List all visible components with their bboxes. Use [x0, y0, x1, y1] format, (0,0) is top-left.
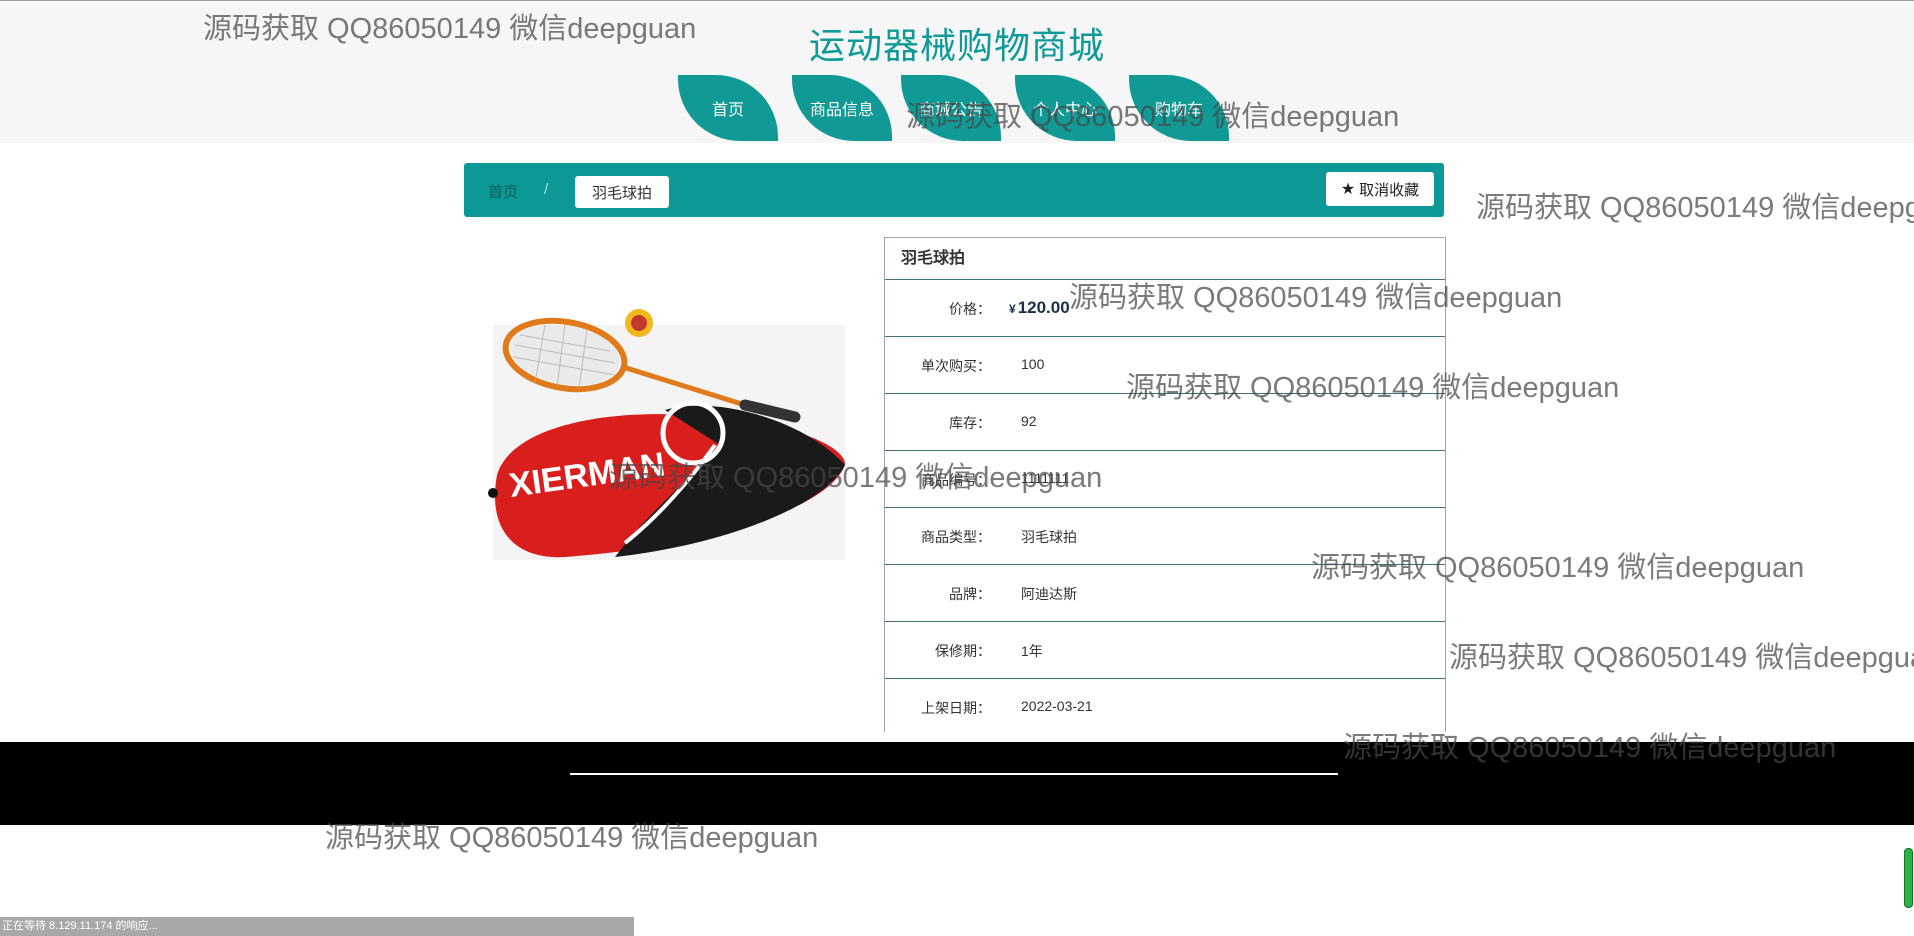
watermark: 源码获取 QQ86050149 微信deepguan	[1476, 192, 1914, 224]
product-type-row: 商品类型： 羽毛球拍	[885, 508, 1445, 565]
product-type-label: 商品类型：	[921, 529, 991, 545]
warranty-row: 保修期： 1年	[885, 622, 1445, 679]
price-label: 价格：	[949, 301, 991, 317]
breadcrumb-home-link[interactable]: 首页	[488, 181, 518, 202]
brand-row: 品牌： 阿迪达斯	[885, 565, 1445, 622]
product-id-label: 商品编号：	[921, 472, 991, 488]
stock-value: 92	[1021, 413, 1037, 429]
breadcrumb: 首页 / 羽毛球拍 ★ 取消收藏	[464, 163, 1444, 217]
product-info-table: 羽毛球拍 价格： ¥120.00 单次购买： 100 库存： 92 商品编号： …	[884, 237, 1446, 732]
product-type-value: 羽毛球拍	[1021, 529, 1077, 545]
nav-home[interactable]: 首页	[678, 75, 778, 141]
currency-symbol: ¥	[1009, 302, 1016, 316]
unfavorite-button[interactable]: ★ 取消收藏	[1326, 172, 1434, 206]
product-image: XIERMAN	[475, 305, 855, 565]
warranty-label: 保修期：	[935, 643, 991, 659]
price-value: ¥120.00	[1009, 298, 1070, 318]
stock-label: 库存：	[949, 415, 991, 431]
star-icon: ★	[1340, 181, 1356, 198]
product-id-row: 商品编号： 1111111	[885, 451, 1445, 508]
nav-personal-center[interactable]: 个人中心	[1015, 75, 1115, 141]
product-id-value: 1111111	[1021, 470, 1070, 486]
purchase-limit-row: 单次购买： 100	[885, 337, 1445, 394]
nav-cart[interactable]: 购物车	[1129, 75, 1229, 141]
purchase-limit-value: 100	[1021, 356, 1045, 372]
price-amount: 120.00	[1017, 298, 1070, 317]
unfavorite-label: 取消收藏	[1359, 181, 1420, 199]
listing-date-label: 上架日期：	[921, 700, 991, 716]
warranty-value: 1年	[1021, 643, 1043, 659]
stock-row: 库存： 92	[885, 394, 1445, 451]
breadcrumb-separator: /	[544, 181, 549, 198]
product-name: 羽毛球拍	[885, 238, 1445, 280]
site-title: 运动器械购物商城	[808, 25, 1105, 66]
purchase-limit-label: 单次购买：	[921, 358, 991, 374]
browser-status-bar: 正在等待 8.129.11.174 的响应...	[0, 917, 634, 936]
listing-date-row: 上架日期： 2022-03-21	[885, 679, 1445, 732]
listing-date-value: 2022-03-21	[1021, 698, 1093, 714]
price-row: 价格： ¥120.00	[885, 280, 1445, 337]
brand-label: 品牌：	[949, 586, 991, 602]
nav-announcements[interactable]: 商城公告	[901, 75, 1001, 141]
breadcrumb-current: 羽毛球拍	[575, 176, 669, 208]
scroll-indicator[interactable]	[1904, 848, 1913, 908]
overlay-divider	[570, 773, 1338, 775]
video-overlay-bar	[0, 742, 1914, 825]
nav-products[interactable]: 商品信息	[792, 75, 892, 141]
watermark: 源码获取 QQ86050149 微信deepguan	[1449, 642, 1914, 674]
site-header: 运动器械购物商城 首页 商品信息 商城公告 个人中心 购物车	[0, 0, 1914, 143]
brand-value: 阿迪达斯	[1021, 586, 1077, 602]
